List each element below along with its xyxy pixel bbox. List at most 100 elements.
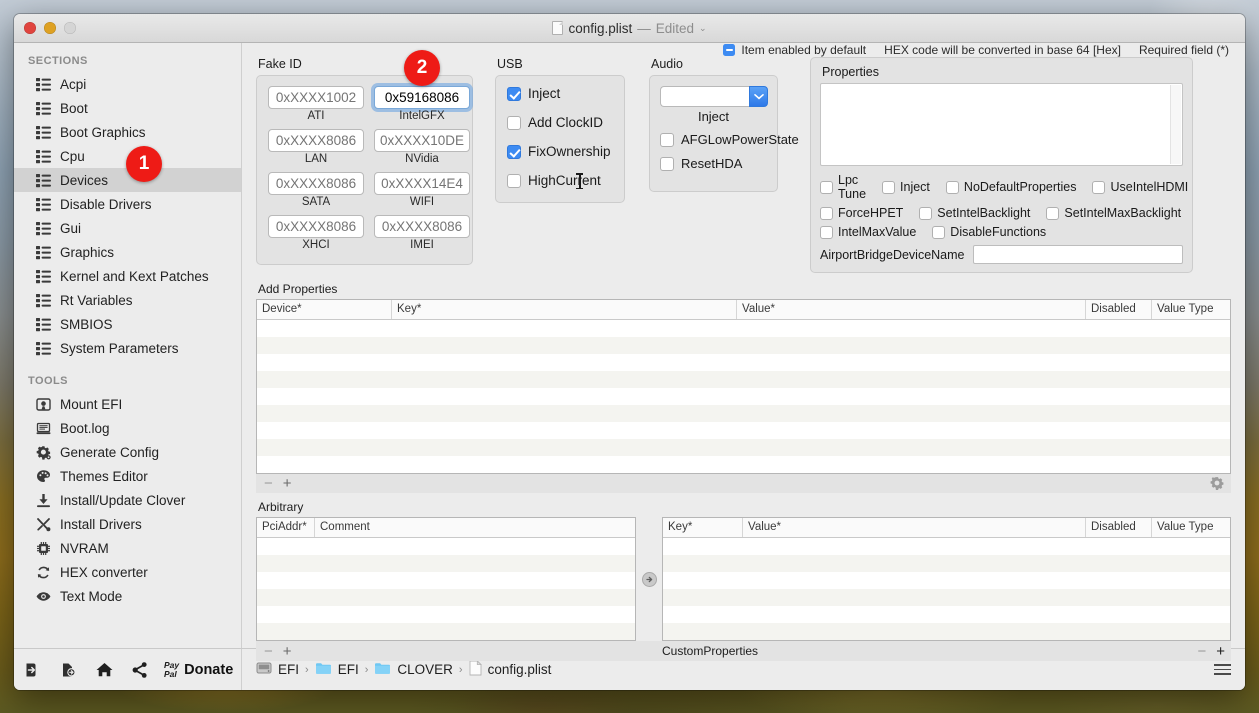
share-icon[interactable] [122, 649, 158, 690]
sidebar-item-install-drivers[interactable]: Install Drivers [14, 512, 241, 536]
table-row[interactable] [257, 623, 635, 640]
usb-option-add-clockid[interactable]: Add ClockID [507, 115, 613, 130]
column-header-device[interactable]: Device* [257, 300, 392, 319]
column-header-disabled[interactable]: Disabled [1086, 300, 1152, 319]
column-header-value[interactable]: Value* [743, 518, 1086, 537]
fake-id-input-nvidia[interactable] [374, 129, 470, 152]
table-row[interactable] [257, 371, 1230, 388]
checkbox-icon[interactable] [507, 144, 521, 159]
sidebar-item-smbios[interactable]: SMBIOS [14, 312, 241, 336]
column-header-key[interactable]: Key* [392, 300, 737, 319]
sidebar-item-generate-config[interactable]: Generate Config [14, 440, 241, 464]
table-row[interactable] [257, 422, 1230, 439]
usb-option-inject[interactable]: Inject [507, 86, 613, 101]
audio-inject-select[interactable] [660, 86, 768, 107]
checkbox-icon[interactable] [660, 132, 674, 147]
checkbox-icon[interactable] [919, 206, 933, 220]
audio-option-afglowpowerstate[interactable]: AFGLowPowerState [660, 132, 799, 147]
fake-id-input-imei[interactable] [374, 215, 470, 238]
sidebar-item-boot-log[interactable]: Boot.log [14, 416, 241, 440]
gear-icon[interactable] [1210, 476, 1224, 494]
table-row[interactable] [257, 456, 1230, 473]
checkbox-icon[interactable] [507, 173, 521, 188]
properties-scrollbar[interactable] [1170, 85, 1181, 164]
table-row[interactable] [663, 555, 1230, 572]
arbitrary-remove-button[interactable]: − [264, 643, 273, 660]
column-header-value-type[interactable]: Value Type [1152, 518, 1230, 537]
column-header-value[interactable]: Value* [737, 300, 1086, 319]
usb-option-fixownership[interactable]: FixOwnership [507, 144, 613, 159]
checkbox-icon[interactable] [507, 86, 521, 101]
table-row[interactable] [257, 606, 635, 623]
sidebar-item-hex-converter[interactable]: HEX converter [14, 560, 241, 584]
table-row[interactable] [663, 572, 1230, 589]
checkbox-icon[interactable] [1046, 206, 1060, 220]
table-row[interactable] [663, 589, 1230, 606]
sidebar-item-system-parameters[interactable]: System Parameters [14, 336, 241, 360]
table-row[interactable] [257, 538, 635, 555]
chevron-down-icon[interactable] [749, 86, 768, 107]
table-row[interactable] [257, 555, 635, 572]
sidebar-item-acpi[interactable]: Acpi [14, 72, 241, 96]
table-row[interactable] [257, 572, 635, 589]
sidebar-item-mount-efi[interactable]: Mount EFI [14, 392, 241, 416]
home-icon[interactable] [86, 649, 122, 690]
table-row[interactable] [257, 439, 1230, 456]
airport-bridge-input[interactable] [972, 245, 1183, 264]
table-row[interactable] [257, 337, 1230, 354]
checkbox-icon[interactable] [820, 225, 833, 239]
breadcrumb-item-config-plist[interactable]: config.plist [488, 662, 552, 677]
table-row[interactable] [257, 388, 1230, 405]
add-property-button[interactable]: + [283, 475, 292, 492]
table-row[interactable] [257, 320, 1230, 337]
donate-button[interactable]: Pay Pal Donate [158, 660, 233, 679]
column-header-value-type[interactable]: Value Type [1152, 300, 1230, 319]
audio-select-value[interactable] [660, 86, 749, 107]
usb-option-highcurrent[interactable]: HighCurrent [507, 173, 613, 188]
breadcrumb-item-clover[interactable]: CLOVER [397, 662, 453, 677]
remove-property-button[interactable]: − [264, 475, 273, 492]
breadcrumb-item-efi-disk[interactable]: EFI [278, 662, 299, 677]
table-row[interactable] [257, 405, 1230, 422]
checkbox-icon[interactable] [507, 115, 521, 130]
sidebar-item-install-update-clover[interactable]: Install/Update Clover [14, 488, 241, 512]
import-icon[interactable] [14, 649, 50, 690]
fake-id-input-sata[interactable] [268, 172, 364, 195]
sidebar-item-nvram[interactable]: NVRAM [14, 536, 241, 560]
sidebar-item-disable-drivers[interactable]: Disable Drivers [14, 192, 241, 216]
breadcrumb-item-efi-folder[interactable]: EFI [338, 662, 359, 677]
column-header-disabled[interactable]: Disabled [1086, 518, 1152, 537]
sidebar-item-boot-graphics[interactable]: Boot Graphics [14, 120, 241, 144]
minimize-button[interactable] [44, 22, 56, 34]
fake-id-input-intelgfx[interactable] [374, 86, 470, 109]
fake-id-input-lan[interactable] [268, 129, 364, 152]
column-header-key[interactable]: Key* [663, 518, 743, 537]
sidebar-item-themes-editor[interactable]: Themes Editor [14, 464, 241, 488]
checkbox-icon[interactable] [932, 225, 946, 239]
custom-properties-remove-button[interactable]: − [1197, 643, 1206, 660]
fake-id-input-wifi[interactable] [374, 172, 470, 195]
checkbox-icon[interactable] [820, 180, 833, 194]
close-button[interactable] [24, 22, 36, 34]
hamburger-icon[interactable] [1214, 664, 1245, 675]
checkbox-icon[interactable] [945, 180, 959, 194]
sidebar-item-rt-variables[interactable]: Rt Variables [14, 288, 241, 312]
column-header-pciaddr[interactable]: PciAddr* [257, 518, 315, 537]
table-row[interactable] [257, 589, 635, 606]
sidebar-item-boot[interactable]: Boot [14, 96, 241, 120]
table-row[interactable] [663, 538, 1230, 555]
checkbox-icon[interactable] [882, 180, 896, 194]
arbitrary-add-button[interactable]: + [283, 643, 292, 660]
chevron-down-icon[interactable]: ⌄ [699, 23, 707, 34]
properties-textarea[interactable] [820, 83, 1183, 166]
column-header-comment[interactable]: Comment [315, 518, 635, 537]
sidebar-item-gui[interactable]: Gui [14, 216, 241, 240]
table-row[interactable] [663, 606, 1230, 623]
sidebar-item-kernel-and-kext-patches[interactable]: Kernel and Kext Patches [14, 264, 241, 288]
checkbox-icon[interactable] [820, 206, 833, 220]
custom-properties-add-button[interactable]: + [1216, 643, 1225, 660]
fake-id-input-ati[interactable] [268, 86, 364, 109]
table-row[interactable] [257, 354, 1230, 371]
export-icon[interactable] [50, 649, 86, 690]
checkbox-icon[interactable] [1092, 180, 1106, 194]
